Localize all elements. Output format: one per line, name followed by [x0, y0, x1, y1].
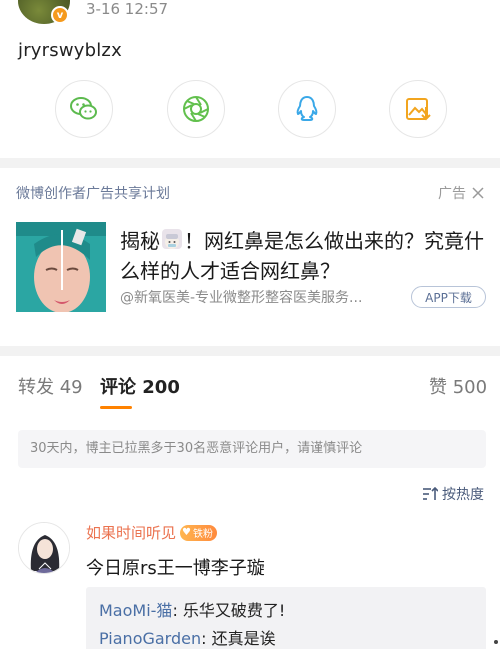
wechat-icon	[70, 97, 97, 120]
ad-image[interactable]	[16, 222, 106, 312]
reply-user[interactable]: MaoMi-猫	[99, 601, 172, 620]
reply-separator: :	[201, 629, 212, 648]
tab-comments[interactable]: 评论 200	[100, 376, 180, 400]
fan-badge: ♥ 铁粉	[180, 524, 217, 541]
section-divider	[0, 346, 500, 356]
reply-item[interactable]: PianoGarden: 还真是诶	[99, 625, 276, 649]
qq-icon	[296, 96, 318, 121]
ad-program-label: 微博创作者广告共享计划	[16, 186, 170, 202]
ad-source[interactable]: @新氧医美-专业微整形整容医美服务...	[120, 287, 400, 307]
edge-dot	[494, 640, 498, 644]
post-text: jryrswyblzx	[18, 40, 122, 61]
reply-item[interactable]: MaoMi-猫: 乐华又破费了!	[99, 597, 285, 621]
doctor-emoji-icon	[162, 229, 182, 249]
reply-text: 还真是诶	[211, 629, 276, 648]
moments-icon	[183, 96, 209, 122]
save-image-button[interactable]	[389, 80, 447, 138]
ad-tag[interactable]: 广告	[438, 183, 484, 203]
heart-icon: ♥	[182, 527, 191, 538]
post-timestamp: 3-16 12:57	[86, 0, 169, 18]
commenter-username[interactable]: 如果时间听见	[86, 522, 176, 543]
reply-separator: :	[172, 601, 183, 620]
tab-reposts[interactable]: 转发 49	[18, 376, 83, 400]
ad-title-part1: 揭秘	[120, 229, 160, 253]
close-icon[interactable]	[472, 187, 484, 199]
section-divider	[0, 158, 500, 168]
commenter-avatar[interactable]	[18, 522, 70, 574]
verified-badge: v	[51, 6, 69, 24]
reply-box[interactable]: MaoMi-猫: 乐华又破费了! PianoGarden: 还真是诶	[86, 587, 486, 649]
app-download-button[interactable]: APP下载	[411, 286, 486, 308]
reply-user[interactable]: PianoGarden	[99, 629, 201, 648]
sort-icon	[423, 487, 438, 500]
share-qq-button[interactable]	[278, 80, 336, 138]
commenter-name-row: 如果时间听见 ♥ 铁粉	[86, 522, 217, 543]
reply-text: 乐华又破费了!	[182, 601, 286, 620]
share-wechat-button[interactable]	[55, 80, 113, 138]
post-header: v 3-16 12:57 jryrswyblzx	[0, 0, 500, 158]
ad-title[interactable]: 揭秘 ！网红鼻是怎么做出来的？究竟什么样的人才适合网红鼻？	[120, 226, 485, 286]
sort-label: 按热度	[442, 487, 484, 503]
fan-badge-label: 铁粉	[192, 529, 213, 540]
comment-notice: 30天内，博主已拉黑多于30名恶意评论用户，请谨慎评论	[18, 430, 486, 468]
share-moments-button[interactable]	[167, 80, 225, 138]
active-tab-indicator	[100, 406, 132, 409]
save-image-icon	[406, 98, 431, 121]
comment-text: 今日原rs王一博李子璇	[86, 558, 265, 579]
sort-button[interactable]: 按热度	[422, 484, 484, 504]
tab-likes[interactable]: 赞 500	[429, 376, 487, 400]
share-row	[0, 80, 500, 140]
ad-tag-label: 广告	[438, 186, 466, 202]
